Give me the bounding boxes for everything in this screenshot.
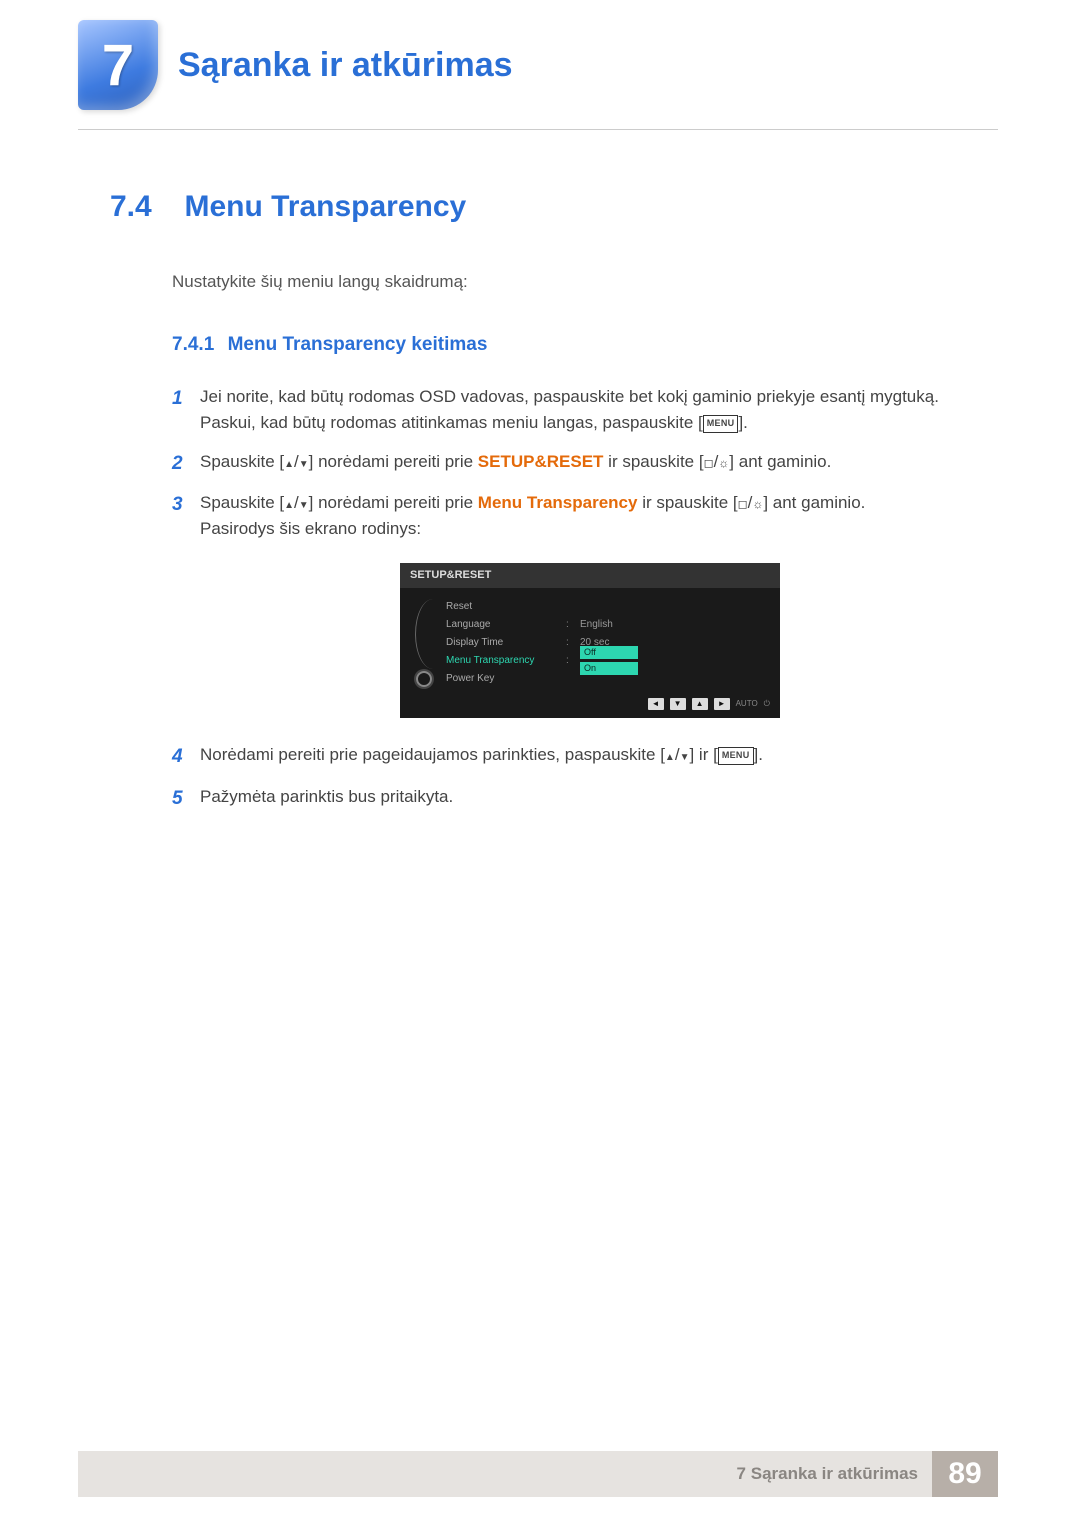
page-number: 89 [932,1451,998,1497]
step-1-line1: Jei norite, kad būtų rodomas OSD vadovas… [200,387,939,406]
power-icon: ⏻ [764,698,770,710]
t: ] norėdami pereiti prie [309,452,478,471]
osd-label: Display Time [446,635,566,651]
step-body: Norėdami pereiti prie pageidaujamos pari… [200,742,980,771]
osd-row-reset: Reset [446,598,768,616]
menu-button-icon: MENU [718,747,754,765]
step-4: 4 Norėdami pereiti prie pageidaujamos pa… [172,742,980,771]
osd-left-decor [412,598,436,688]
down-icon: ▼ [670,698,686,710]
step-number: 3 [172,490,200,730]
down-icon [299,493,309,512]
step-1-line2a: Paskui, kad būtų rodomas atitinkamas men… [200,413,703,432]
up-icon: ▲ [692,698,708,710]
osd-title: SETUP&RESET [400,563,780,588]
osd-label-selected: Menu Transparency [446,653,566,669]
step-2: 2 Spauskite [/] norėdami pereiti prie SE… [172,449,980,478]
osd-row-menu-transparency: Menu Transparency : Off On [446,652,768,670]
t: ] ant gaminio. [763,493,865,512]
down-icon [299,452,309,471]
up-icon [665,745,675,764]
t: ] ant gaminio. [729,452,831,471]
down-icon [680,745,690,764]
subsection-title: Menu Transparency keitimas [228,334,488,355]
step-3-tail: Pasirodys šis ekrano rodinys: [200,519,421,538]
step-number: 1 [172,384,200,437]
section-heading: 7.4 Menu Transparency [110,190,980,224]
osd-option-on: On [580,662,638,675]
colon: : [566,635,580,651]
auto-label: AUTO [736,698,758,710]
menu-button-icon: MENU [703,415,739,433]
osd-label: Language [446,617,566,633]
chapter-badge: 7 [78,20,158,110]
t: Spauskite [ [200,452,284,471]
chapter-title: Sąranka ir atkūrimas [178,46,513,85]
osd-option-off: Off [580,646,638,659]
osd-screenshot: SETUP&RESET Reset Lan [400,563,780,718]
step-number: 2 [172,449,200,478]
chapter-number: 7 [102,32,134,99]
step-body: Spauskite [/] norėdami pereiti prie SETU… [200,449,980,478]
colon: : [566,653,580,669]
t: ] ir [ [689,745,717,764]
footer-text: 7 Sąranka ir atkūrimas [737,1464,918,1484]
osd-label: Reset [446,599,566,615]
step-1: 1 Jei norite, kad būtų rodomas OSD vadov… [172,384,980,437]
content: 7.4 Menu Transparency Nustatykite šių me… [110,190,980,825]
section-title: Menu Transparency [184,190,466,223]
osd-label: Power Key [446,671,566,687]
step-body: Spauskite [/] norėdami pereiti prie Menu… [200,490,980,730]
gear-icon [416,671,432,687]
step-1-line2b: ]. [738,413,747,432]
enter-icon [752,493,763,512]
intro-text: Nustatykite šių meniu langų skaidrumą: [172,272,980,292]
left-icon: ◄ [648,698,664,710]
highlight-menu-transparency: Menu Transparency [478,493,638,512]
colon: : [566,617,580,633]
highlight-setup-reset: SETUP&RESET [478,452,604,471]
right-icon: ► [714,698,730,710]
source-icon [704,452,714,471]
t: Spauskite [ [200,493,284,512]
t: ] norėdami pereiti prie [309,493,478,512]
t: ir spauskite [ [603,452,703,471]
step-body: Pažymėta parinktis bus pritaikyta. [200,784,980,813]
source-icon [738,493,748,512]
step-number: 5 [172,784,200,813]
up-icon [284,493,294,512]
subsection-number: 7.4.1 [172,334,214,355]
t: ir spauskite [ [637,493,737,512]
osd-value: English [580,617,613,633]
arc-icon [415,599,433,669]
osd-bottom-bar: ◄ ▼ ▲ ► AUTO ⏻ [400,694,780,710]
badge-shape: 7 [78,20,158,110]
footer: 7 Sąranka ir atkūrimas 89 [78,1451,998,1497]
subsection-heading: 7.4.1 Menu Transparency keitimas [172,334,980,356]
step-list: 1 Jei norite, kad būtų rodomas OSD vadov… [172,384,980,813]
step-3: 3 Spauskite [/] norėdami pereiti prie Me… [172,490,980,730]
t: Norėdami pereiti prie pageidaujamos pari… [200,745,665,764]
header: 7 Sąranka ir atkūrimas [78,20,998,130]
enter-icon [718,452,729,471]
step-body: Jei norite, kad būtų rodomas OSD vadovas… [200,384,980,437]
osd-row-language: Language : English [446,616,768,634]
section-number: 7.4 [110,190,180,224]
up-icon [284,452,294,471]
step-number: 4 [172,742,200,771]
step-5: 5 Pažymėta parinktis bus pritaikyta. [172,784,980,813]
t: ]. [754,745,763,764]
